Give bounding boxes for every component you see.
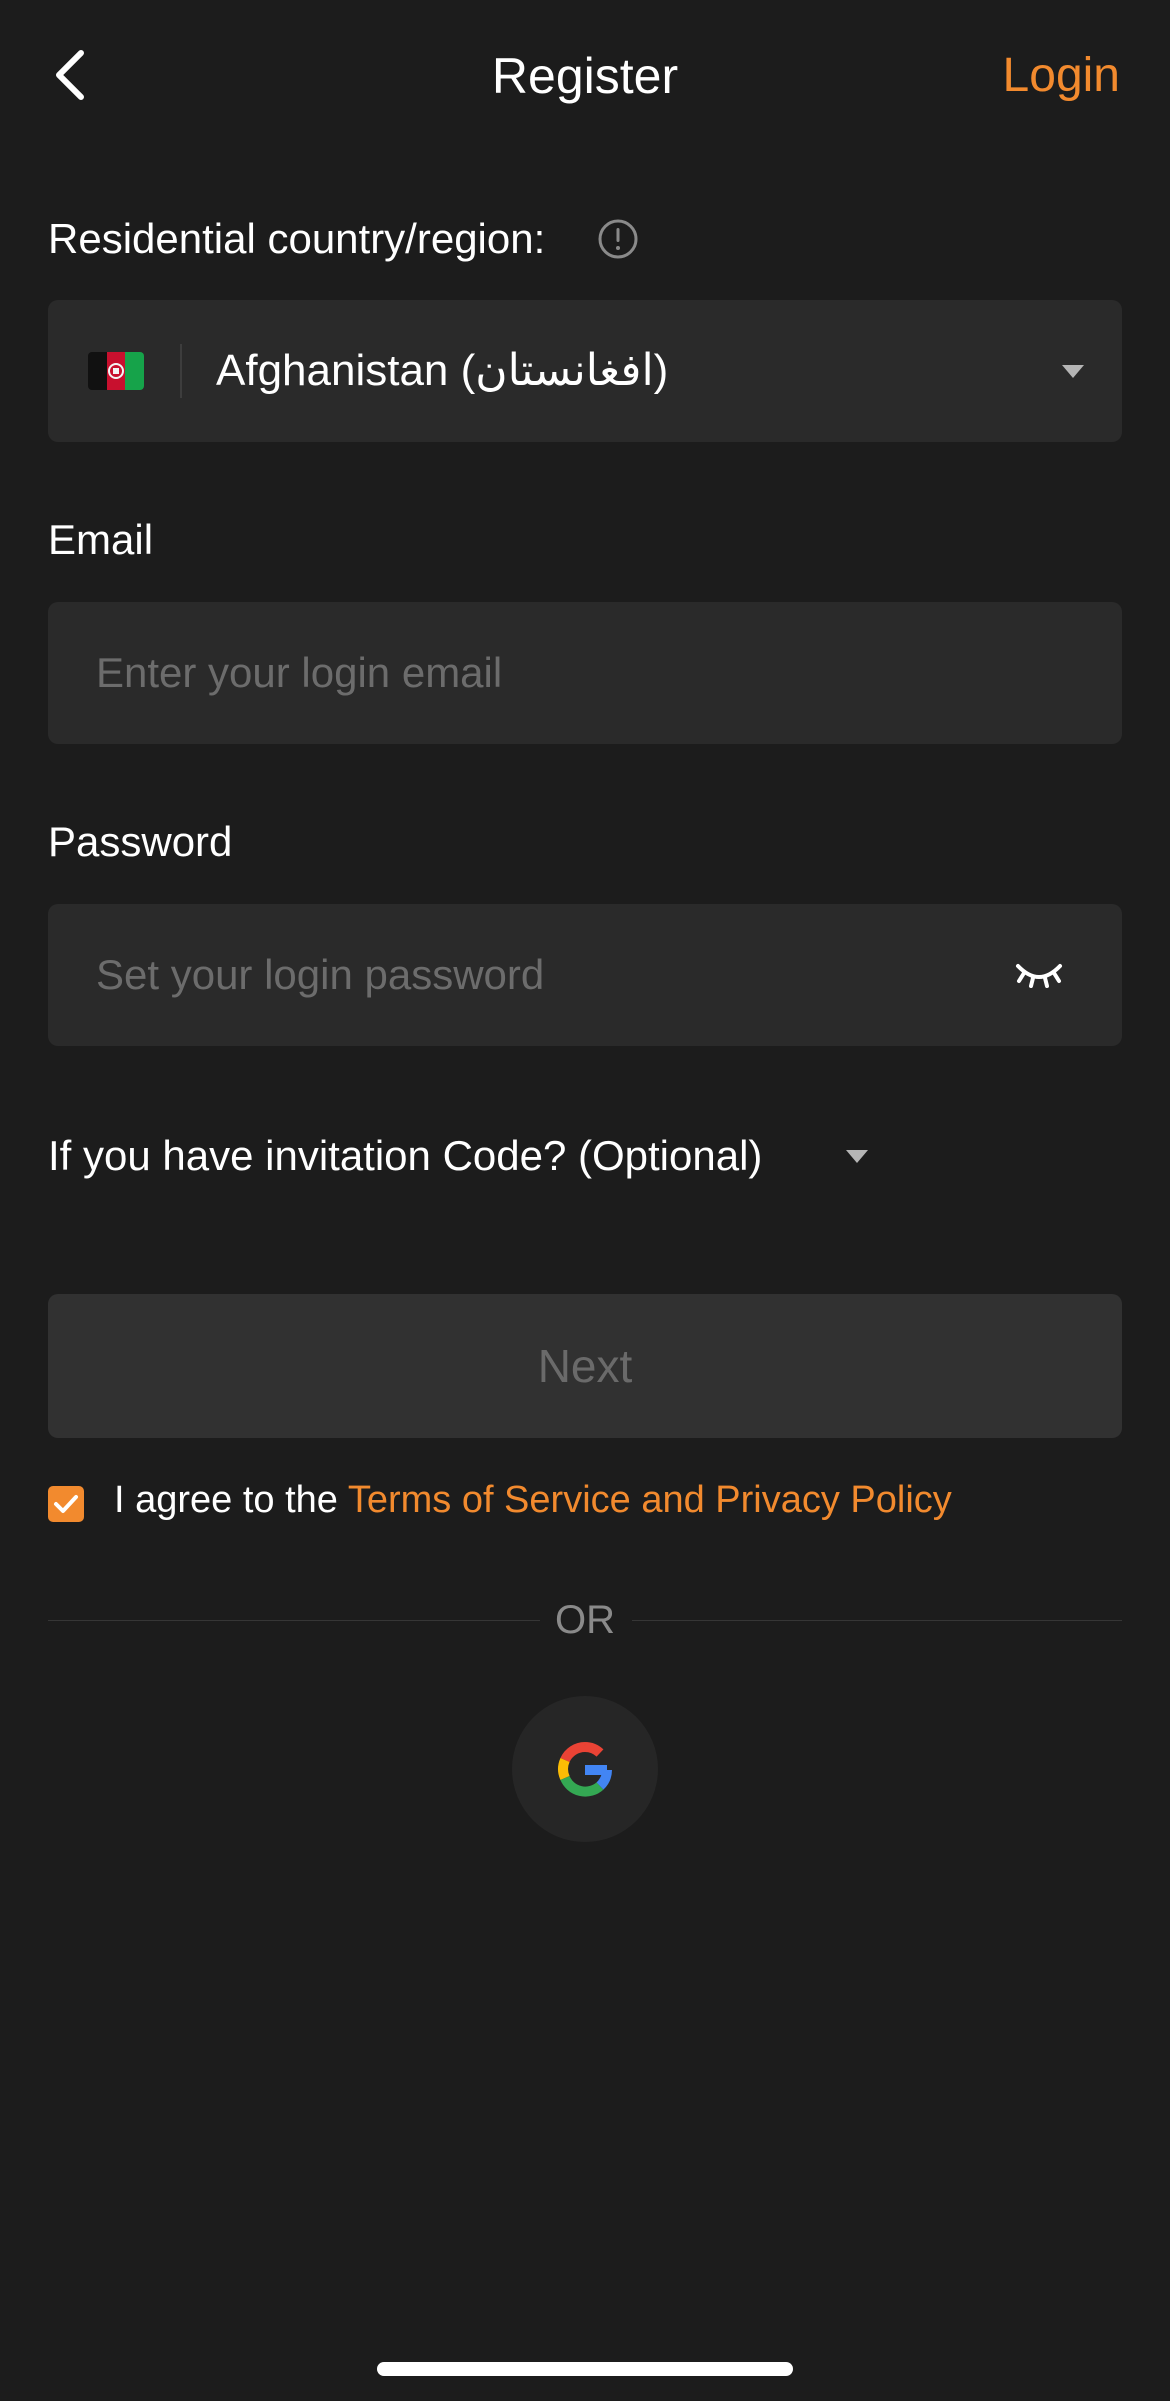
country-select[interactable]: Afghanistan (افغانستان) bbox=[48, 300, 1122, 442]
agree-checkbox[interactable] bbox=[48, 1486, 84, 1522]
country-value: Afghanistan (افغانستان) bbox=[216, 346, 669, 395]
home-indicator bbox=[377, 2362, 793, 2376]
country-label: Residential country/region: bbox=[48, 215, 546, 262]
google-icon bbox=[558, 1742, 612, 1797]
email-label: Email bbox=[48, 516, 154, 563]
flag-divider bbox=[180, 344, 182, 398]
agreement-prefix: I agree to the bbox=[114, 1479, 348, 1521]
terms-link[interactable]: Terms of Service and Privacy Policy bbox=[348, 1479, 952, 1521]
next-button[interactable]: Next bbox=[48, 1294, 1122, 1438]
checkmark-icon bbox=[54, 1495, 78, 1513]
afghanistan-flag bbox=[88, 352, 144, 390]
caret-down-icon[interactable] bbox=[846, 1150, 868, 1163]
password-field[interactable]: Set your login password bbox=[48, 904, 1122, 1046]
agreement-text: I agree to the Terms of Service and Priv… bbox=[114, 1472, 952, 1528]
login-link[interactable]: Login bbox=[1003, 44, 1120, 108]
password-placeholder: Set your login password bbox=[96, 951, 545, 998]
password-label: Password bbox=[48, 818, 233, 865]
email-field[interactable]: Enter your login email bbox=[48, 602, 1122, 744]
page-title: Register bbox=[491, 48, 679, 104]
email-placeholder: Enter your login email bbox=[96, 649, 503, 696]
invitation-code-toggle[interactable]: If you have invitation Code? (Optional) bbox=[48, 1128, 762, 1184]
info-icon[interactable] bbox=[598, 219, 638, 259]
google-signin-button[interactable] bbox=[512, 1696, 658, 1842]
divider-right bbox=[632, 1620, 1122, 1621]
caret-down-icon bbox=[1062, 365, 1084, 378]
eye-closed-icon[interactable] bbox=[1014, 956, 1064, 992]
